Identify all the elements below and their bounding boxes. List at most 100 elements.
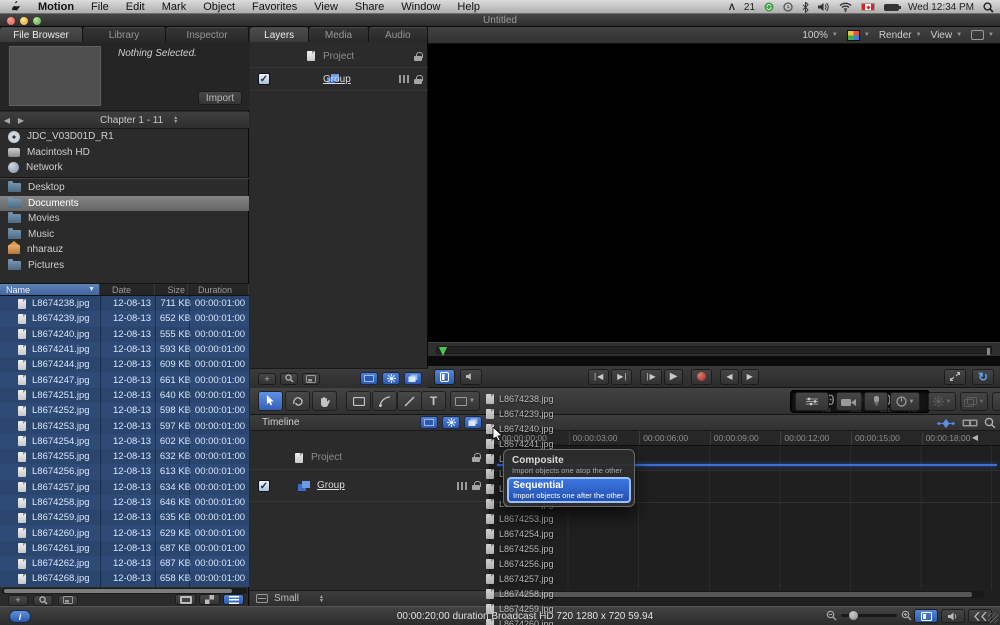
group-activation-checkbox[interactable]: ✓ xyxy=(258,73,270,85)
file-row[interactable]: L8674241.jpg 12-08-13 593 KB 00:00:01:00 xyxy=(0,342,249,357)
playhead-marker-icon[interactable] xyxy=(439,347,447,356)
preview-toggle-button[interactable] xyxy=(58,595,78,606)
menu-item[interactable]: Mark xyxy=(162,1,186,13)
new-generator-button[interactable]: ▼ xyxy=(890,392,920,411)
folder-row[interactable]: Documents xyxy=(0,196,249,212)
file-row[interactable]: L8674240.jpg 12-08-13 555 KB 00:00:01:00 xyxy=(0,327,249,342)
input-layout-icon[interactable]: Λ xyxy=(729,2,735,12)
lock-icon[interactable] xyxy=(414,52,422,61)
apple-menu-icon[interactable] xyxy=(12,1,21,12)
menu-item[interactable]: File xyxy=(91,1,109,13)
file-row[interactable]: L8674255.jpg 12-08-13 632 KB 00:00:01:00 xyxy=(0,449,249,464)
file-row[interactable]: L8674261.jpg 12-08-13 687 KB 00:00:01:00 xyxy=(0,541,249,556)
bezier-tool[interactable] xyxy=(372,391,397,411)
search-button[interactable] xyxy=(33,595,53,606)
animation-gear-button[interactable] xyxy=(382,372,400,385)
battery-icon[interactable] xyxy=(884,4,899,11)
minimize-button[interactable] xyxy=(20,17,28,25)
layers-stack-button[interactable] xyxy=(404,372,422,385)
tab-inspector[interactable]: Inspector xyxy=(166,27,249,42)
layer-row-group[interactable]: ✓ Group xyxy=(250,68,428,91)
sync-icon[interactable] xyxy=(764,2,774,12)
menu-item[interactable]: Window xyxy=(401,1,440,13)
show-mask-button[interactable] xyxy=(360,372,378,385)
loop-playback-button[interactable]: ↻ xyxy=(972,369,994,385)
mini-timeline[interactable] xyxy=(428,342,1000,356)
close-button[interactable] xyxy=(7,17,15,25)
tab-media[interactable]: Media xyxy=(309,27,368,42)
layers-filter-button[interactable] xyxy=(302,373,320,385)
record-button[interactable] xyxy=(691,369,712,385)
column-header-duration[interactable]: Duration xyxy=(188,284,249,295)
track-height-stepper-icon[interactable]: ▲▼ xyxy=(319,595,324,603)
zoom-button[interactable] xyxy=(33,17,41,25)
file-row[interactable]: L8674238.jpg 12-08-13 711 KB 00:00:01:00 xyxy=(0,296,249,311)
track-height-popup[interactable]: Small xyxy=(274,593,299,604)
menu-item[interactable]: Favorites xyxy=(252,1,297,13)
project-end-marker-icon[interactable]: ◀ xyxy=(972,433,978,442)
add-behavior-button[interactable]: ▼ xyxy=(928,392,956,411)
file-row[interactable]: L8674253.jpg 12-08-13 597 KB 00:00:01:00 xyxy=(0,418,249,433)
device-row[interactable]: Macintosh HD xyxy=(0,145,249,161)
spotlight-icon[interactable] xyxy=(983,2,994,13)
tab-library[interactable]: Library xyxy=(83,27,166,42)
forward-arrow-icon[interactable]: ▶ xyxy=(14,116,28,125)
folder-row[interactable]: Movies xyxy=(0,211,249,227)
file-row[interactable]: L8674268.jpg 12-08-13 658 KB 00:00:01:00 xyxy=(0,571,249,586)
back-arrow-icon[interactable]: ◀ xyxy=(0,116,14,125)
file-row[interactable]: L8674262.jpg 12-08-13 687 KB 00:00:01:00 xyxy=(0,556,249,571)
tab-layers[interactable]: Layers xyxy=(250,27,309,42)
path-stepper-icon[interactable]: ▲▼ xyxy=(173,116,178,124)
zoom-slider[interactable] xyxy=(841,614,897,617)
path-popup[interactable]: Chapter 1 - 11 xyxy=(100,115,163,126)
add-filter-button[interactable]: ▼ xyxy=(960,392,988,411)
icon-view-button[interactable] xyxy=(199,594,220,605)
hscrollbar-thumb[interactable] xyxy=(4,589,232,593)
clip-appearance-button[interactable] xyxy=(962,418,978,428)
window-titlebar[interactable]: Untitled xyxy=(0,14,1000,27)
device-row[interactable]: JDC_V03D01D_R1 xyxy=(0,129,249,145)
file-row[interactable]: L8674257.jpg 12-08-13 634 KB 00:00:01:00 xyxy=(0,480,249,495)
menu-item[interactable]: Edit xyxy=(126,1,145,13)
layer-row-project[interactable]: Project xyxy=(250,45,428,68)
file-row[interactable]: L8674252.jpg 12-08-13 598 KB 00:00:01:00 xyxy=(0,403,249,418)
make-particles-button[interactable] xyxy=(992,392,1000,411)
add-button[interactable]: + xyxy=(8,595,28,606)
timeline-row-project[interactable]: Project xyxy=(250,446,490,470)
layers-search-button[interactable] xyxy=(280,373,298,385)
folder-row[interactable]: Desktop xyxy=(0,180,249,196)
folder-row[interactable]: Pictures xyxy=(0,258,249,274)
new-light-button[interactable] xyxy=(864,392,888,411)
clip-view-button[interactable] xyxy=(175,594,196,605)
show-keyframes-button[interactable] xyxy=(936,418,956,429)
step-forward-button[interactable]: ▶ xyxy=(741,369,759,385)
channels-popup[interactable]: ▼ xyxy=(847,30,870,41)
file-row[interactable]: L8674244.jpg 12-08-13 609 KB 00:00:01:00 xyxy=(0,357,249,372)
file-row[interactable]: L8674259.jpg 12-08-13 635 KB 00:00:01:00 xyxy=(0,510,249,525)
list-view-button[interactable] xyxy=(223,594,244,605)
menu-item[interactable]: Share xyxy=(355,1,384,13)
file-row[interactable]: L8674254.jpg 12-08-13 602 KB 00:00:01:00 xyxy=(0,434,249,449)
column-header-size[interactable]: Size xyxy=(155,284,188,295)
blend-mode-icon[interactable] xyxy=(457,482,467,490)
zoom-in-icon[interactable] xyxy=(901,610,912,621)
resize-grip[interactable] xyxy=(988,613,998,623)
end-marker-icon[interactable] xyxy=(987,348,990,355)
lock-icon[interactable] xyxy=(414,75,422,84)
show-timeline-button[interactable] xyxy=(914,609,938,623)
select-arrow-tool[interactable] xyxy=(258,391,283,411)
hud-button[interactable] xyxy=(795,392,829,411)
file-row[interactable]: L8674251.jpg 12-08-13 640 KB 00:00:01:00 xyxy=(0,388,249,403)
hand-tool[interactable] xyxy=(312,391,337,411)
wifi-icon[interactable] xyxy=(839,2,852,12)
menu-item[interactable]: Help xyxy=(457,1,480,13)
tab-file-browser[interactable]: File Browser xyxy=(0,27,83,42)
goto-end-button[interactable]: ▶| xyxy=(611,369,632,385)
file-row[interactable]: L8674239.jpg 12-08-13 652 KB 00:00:01:00 xyxy=(0,311,249,326)
step-back-button[interactable]: ◀ xyxy=(720,369,738,385)
add-layer-button[interactable]: + xyxy=(258,373,276,385)
input-source-flag-icon[interactable] xyxy=(861,3,875,11)
info-button[interactable]: i xyxy=(9,610,31,623)
play-button[interactable]: ▶ xyxy=(664,369,684,385)
view-popup[interactable]: View▼ xyxy=(931,30,962,41)
